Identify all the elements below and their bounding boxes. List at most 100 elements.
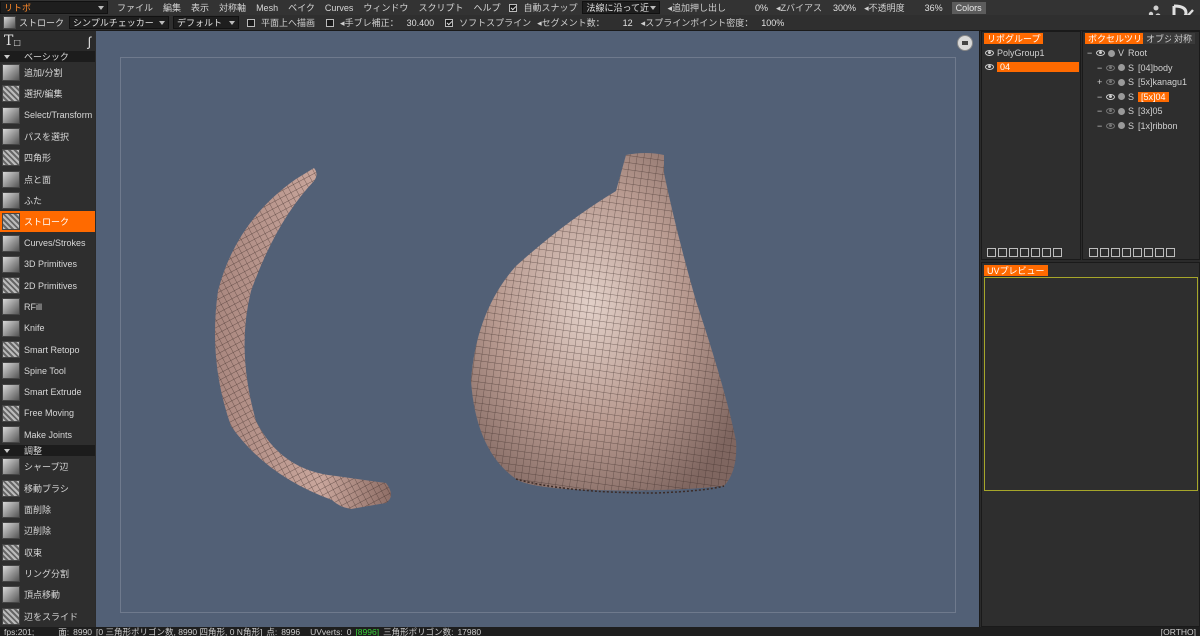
layer-color-icon[interactable] — [1118, 93, 1125, 100]
clone-icon[interactable] — [1122, 248, 1131, 257]
menu-script[interactable]: スクリプト — [413, 1, 468, 14]
voxel-tree-row[interactable]: − S [5x]04 — [1097, 91, 1169, 103]
layer-color-icon[interactable] — [1118, 64, 1125, 71]
menu-mesh[interactable]: Mesh — [251, 3, 283, 13]
collapse-icon[interactable]: − — [1097, 92, 1106, 102]
eye-icon[interactable] — [1096, 50, 1105, 56]
menu-help[interactable]: ヘルプ — [468, 1, 505, 14]
tool-item[interactable]: Knife — [0, 318, 95, 339]
colors-button[interactable]: Colors — [951, 1, 986, 14]
merge-icon[interactable] — [1020, 248, 1029, 257]
tool-item[interactable]: Select/Transform — [0, 105, 95, 126]
eye-icon[interactable] — [1106, 79, 1115, 85]
section-basic[interactable]: ベーシック — [0, 51, 95, 62]
eye-icon[interactable] — [1106, 93, 1115, 100]
eye-icon[interactable] — [1106, 108, 1115, 114]
layer-color-icon[interactable] — [1108, 49, 1115, 57]
auto-snap-checkbox[interactable] — [509, 3, 518, 12]
section-adjust[interactable]: 調整 — [0, 445, 95, 457]
copy-group-icon[interactable] — [998, 248, 1007, 257]
tool-item[interactable]: リング分割 — [0, 563, 95, 584]
tool-item[interactable]: Smart Retopo — [0, 339, 95, 360]
preset-select[interactable]: デフォルト — [173, 16, 240, 29]
uv-preview-canvas[interactable] — [984, 277, 1198, 491]
stabilizer-value[interactable]: 30.400 — [402, 18, 440, 28]
menu-view[interactable]: 表示 — [186, 1, 214, 14]
tool-item[interactable]: RFill — [0, 296, 95, 317]
circle-icon[interactable] — [1111, 248, 1120, 257]
segments-value[interactable]: 12 — [608, 18, 638, 28]
opacity-value[interactable]: 36% — [908, 3, 948, 13]
menu-edit[interactable]: 編集 — [158, 1, 186, 14]
mesh-strip[interactable] — [214, 168, 391, 509]
collapse-icon[interactable]: − — [1097, 106, 1106, 116]
voxel-tree-row[interactable]: + S [5x]kanagu1 — [1097, 76, 1187, 88]
tool-item[interactable]: ストローク — [0, 211, 95, 233]
menu-file[interactable]: ファイル — [112, 1, 158, 14]
tool-item[interactable]: Free Moving — [0, 403, 95, 424]
list-icon[interactable] — [1155, 248, 1164, 257]
eye-icon[interactable] — [1106, 64, 1115, 71]
tool-item[interactable]: 辺をスライド — [0, 605, 95, 626]
voxel-tree-row[interactable]: − S [1x]ribbon — [1097, 120, 1178, 132]
menu-bake[interactable]: ベイク — [283, 1, 320, 14]
info-icon[interactable] — [1031, 248, 1040, 257]
tool-item[interactable]: 点と面 — [0, 168, 95, 189]
grid-icon[interactable] — [1009, 248, 1018, 257]
tool-item[interactable]: ふた — [0, 190, 95, 211]
tool-item[interactable]: 面削除 — [0, 499, 95, 520]
mode-select[interactable]: リトポ — [0, 1, 108, 14]
collapse-icon[interactable]: − — [1097, 121, 1106, 131]
zbias-value[interactable]: 300% — [825, 3, 861, 13]
snap-mode-select[interactable]: 法線に沿って近 — [582, 1, 661, 14]
delete-layer-icon[interactable] — [1166, 248, 1175, 257]
tool-item[interactable]: 追加/分割 — [0, 62, 95, 83]
tool-item[interactable]: 頂点移動 — [0, 584, 95, 605]
tool-item[interactable]: Smart Extrude — [0, 381, 95, 402]
voxel-tree-row[interactable]: − S [3x]05 — [1097, 105, 1163, 117]
tab-symmetry[interactable]: 対称 — [1171, 33, 1196, 44]
menu-curves[interactable]: Curves — [320, 3, 359, 13]
eye-icon[interactable] — [985, 64, 994, 70]
stabilizer-checkbox[interactable] — [326, 18, 335, 27]
voxel-tree-row[interactable]: − V Root — [1087, 47, 1147, 59]
draw-on-plane-checkbox[interactable] — [247, 18, 256, 27]
3d-viewport[interactable] — [96, 31, 980, 627]
tool-item[interactable]: パスを選択 — [0, 126, 95, 147]
extrude-value[interactable]: 0% — [729, 3, 773, 13]
soft-spline-checkbox[interactable] — [445, 18, 454, 27]
tool-item[interactable]: Make Joints — [0, 424, 95, 445]
tool-item[interactable]: 四角形 — [0, 147, 95, 168]
tool-item[interactable]: 移動ブラシ — [0, 478, 95, 499]
info-icon[interactable] — [1144, 248, 1153, 257]
add-layer-icon[interactable] — [1089, 248, 1098, 257]
menu-symmetry[interactable]: 対称軸 — [214, 1, 251, 14]
tool-item[interactable]: Spine Tool — [0, 360, 95, 381]
spline-density-value[interactable]: 100% — [756, 18, 789, 28]
layer-color-icon[interactable] — [1118, 107, 1125, 115]
brush-icon[interactable]: ∫ — [87, 34, 91, 49]
menu-window[interactable]: ウィンドウ — [358, 1, 413, 14]
tab-uv-preview[interactable]: UVプレビュー — [984, 265, 1048, 276]
tool-item[interactable]: シャープ辺 — [0, 456, 95, 477]
delete-group-icon[interactable] — [1053, 248, 1062, 257]
text-tool-icon[interactable]: T□ — [4, 33, 21, 49]
retopo-group-row[interactable]: 04 — [985, 61, 1079, 73]
expand-icon[interactable]: + — [1097, 77, 1106, 87]
layer-color-icon[interactable] — [1118, 122, 1125, 129]
tool-item[interactable]: Curves/Strokes — [0, 232, 95, 253]
tool-item[interactable]: 辺削除 — [0, 520, 95, 541]
tool-item[interactable]: 収束 — [0, 542, 95, 563]
eye-icon[interactable] — [985, 50, 994, 56]
merge-icon[interactable] — [1133, 248, 1142, 257]
tool-item[interactable]: 2D Primitives — [0, 275, 95, 296]
checker-select[interactable]: シンプルチェッカー — [69, 16, 170, 29]
voxel-tree-row[interactable]: − S [04]body — [1097, 62, 1173, 74]
copy-layer-icon[interactable] — [1100, 248, 1109, 257]
retopo-group-row[interactable]: PolyGroup1 — [985, 47, 1079, 59]
eye-icon[interactable] — [1106, 122, 1115, 129]
tool-item[interactable]: 3D Primitives — [0, 254, 95, 275]
add-group-icon[interactable] — [987, 248, 996, 257]
projection-mode[interactable]: [ORTHO] — [1161, 627, 1196, 636]
collapse-icon[interactable]: − — [1097, 63, 1106, 73]
